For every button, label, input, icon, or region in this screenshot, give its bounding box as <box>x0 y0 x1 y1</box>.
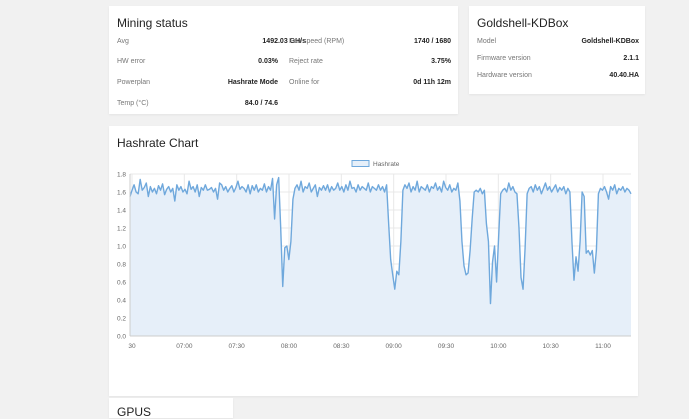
x-tick-label: 07:00 <box>176 343 193 350</box>
y-tick-label: 1.8 <box>117 172 126 179</box>
device-title: Goldshell-KDBox <box>477 16 569 30</box>
y-tick-label: 0.2 <box>117 316 126 323</box>
powerplan-label: Powerplan <box>117 79 151 86</box>
y-tick-label: 0.0 <box>117 334 126 341</box>
y-tick-label: 1.2 <box>117 226 126 233</box>
fan-speed-label: Fan speed (RPM) <box>289 38 345 45</box>
x-tick-label: 10:00 <box>490 343 507 350</box>
gpus-title: GPUS <box>117 405 152 419</box>
reject-rate-label: Reject rate <box>289 58 323 65</box>
mining-status-title: Mining status <box>117 16 188 30</box>
device-info-card: Goldshell-KDBox Model Goldshell-KDBox Fi… <box>469 6 645 94</box>
hashrate-chart-card: Hashrate Chart 0.0 0.2 0.4 0.6 0.8 1.0 1.2 1.4 1… <box>109 126 638 396</box>
y-tick-label: 0.4 <box>117 298 126 305</box>
x-tick-label: 09:30 <box>438 343 455 350</box>
model-label: Model <box>477 38 497 45</box>
y-tick-label: 1.6 <box>117 190 126 197</box>
avg-label: Avg <box>117 38 129 45</box>
legend-label: Hashrate <box>373 161 400 168</box>
hashrate-area <box>130 177 631 336</box>
y-tick-label: 0.8 <box>117 262 126 269</box>
x-tick-label: 07:30 <box>229 343 246 350</box>
online-for-value: 0d 11h 12m <box>413 79 451 86</box>
x-tick-label: 08:00 <box>281 343 298 350</box>
y-tick-label: 1.0 <box>117 244 126 251</box>
temp-label: Temp (°C) <box>117 100 149 107</box>
y-tick-label: 0.6 <box>117 280 126 287</box>
hardware-value: 40.40.HA <box>609 72 639 79</box>
hashrate-chart: 0.0 0.2 0.4 0.6 0.8 1.0 1.2 1.4 1.6 1.8 30 07:00 07:… <box>117 160 632 350</box>
x-tick-label: 09:00 <box>386 343 403 350</box>
fan-speed-value: 1740 / 1680 <box>414 38 451 45</box>
x-tick-label: 11:00 <box>595 343 611 350</box>
firmware-label: Firmware version <box>477 55 531 62</box>
x-tick-label: 08:30 <box>333 343 350 350</box>
hw-error-label: HW error <box>117 58 146 65</box>
reject-rate-value: 3.75% <box>431 58 451 65</box>
y-tick-label: 1.4 <box>117 208 126 215</box>
legend-swatch <box>351 160 370 167</box>
online-for-label: Online for <box>289 79 320 86</box>
hardware-label: Hardware version <box>477 72 532 79</box>
gpus-card: GPUS <box>109 398 233 419</box>
x-tick-label: 30 <box>128 343 136 350</box>
mining-status-card: Mining status Avg 1492.03 GH/s HW error … <box>109 6 458 114</box>
x-tick-label: 10:30 <box>543 343 560 350</box>
chart-title: Hashrate Chart <box>117 136 199 150</box>
powerplan-value: Hashrate Mode <box>227 79 278 86</box>
temp-value: 84.0 / 74.6 <box>244 100 278 107</box>
hw-error-value: 0.03% <box>258 58 278 65</box>
firmware-value: 2.1.1 <box>623 55 639 62</box>
model-value: Goldshell-KDBox <box>581 38 639 45</box>
